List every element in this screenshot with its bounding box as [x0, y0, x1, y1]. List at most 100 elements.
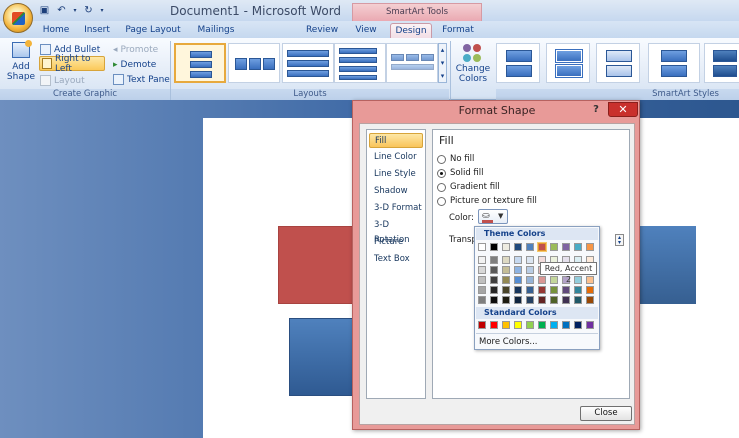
office-button[interactable]	[3, 3, 33, 33]
theme-shade-swatch[interactable]	[490, 276, 498, 284]
theme-shade-swatch[interactable]	[514, 286, 522, 294]
category-picture[interactable]: Picture	[369, 235, 423, 250]
promote-button[interactable]: ◂ Promote	[113, 42, 158, 57]
more-colors-link[interactable]: More Colors...	[479, 337, 538, 347]
theme-shade-swatch[interactable]	[550, 286, 558, 294]
smartart-style-item[interactable]	[546, 43, 590, 83]
theme-color-swatch[interactable]	[562, 243, 570, 251]
theme-shade-swatch[interactable]	[538, 286, 546, 294]
category-text-box[interactable]: Text Box	[369, 252, 423, 267]
theme-shade-swatch[interactable]	[526, 286, 534, 294]
close-button[interactable]: Close	[580, 406, 632, 421]
theme-shade-swatch[interactable]	[586, 296, 594, 304]
theme-color-swatch[interactable]	[526, 243, 534, 251]
change-colors-button[interactable]: Change Colors	[454, 42, 492, 88]
undo-dropdown-icon[interactable]: ▾	[72, 4, 78, 17]
standard-color-swatch[interactable]	[514, 321, 522, 329]
category-3d-rotation[interactable]: 3-D Rotation	[369, 218, 423, 245]
theme-shade-swatch[interactable]	[526, 296, 534, 304]
theme-shade-swatch[interactable]	[586, 286, 594, 294]
layout-gallery-item[interactable]	[228, 43, 280, 83]
standard-color-swatch[interactable]	[490, 321, 498, 329]
theme-shade-swatch[interactable]	[478, 256, 486, 264]
category-shadow[interactable]: Shadow	[369, 184, 423, 199]
theme-color-swatch[interactable]	[478, 243, 486, 251]
theme-shade-swatch[interactable]	[502, 286, 510, 294]
theme-shade-swatch[interactable]	[586, 276, 594, 284]
category-3d-format[interactable]: 3-D Format	[369, 201, 423, 216]
theme-shade-swatch[interactable]	[478, 266, 486, 274]
tab-mailings[interactable]: Mailings	[194, 23, 238, 38]
theme-shade-swatch[interactable]	[502, 256, 510, 264]
theme-shade-swatch[interactable]	[502, 296, 510, 304]
gradient-fill-option[interactable]: Gradient fill	[437, 182, 500, 192]
theme-shade-swatch[interactable]	[550, 296, 558, 304]
text-pane-button[interactable]: Text Pane	[113, 72, 170, 87]
standard-color-swatch[interactable]	[574, 321, 582, 329]
theme-shade-swatch[interactable]	[490, 256, 498, 264]
theme-shade-swatch[interactable]	[526, 256, 534, 264]
theme-shade-swatch[interactable]	[574, 276, 582, 284]
add-shape-button[interactable]: Add Shape	[6, 40, 36, 88]
undo-icon[interactable]: ↶	[55, 4, 68, 17]
theme-shade-swatch[interactable]	[478, 276, 486, 284]
smartart-shape-blue[interactable]	[289, 318, 359, 396]
theme-shade-swatch[interactable]	[574, 286, 582, 294]
category-line-color[interactable]: Line Color	[369, 150, 423, 165]
smartart-style-item[interactable]	[704, 43, 739, 83]
theme-shade-swatch[interactable]	[514, 296, 522, 304]
theme-shade-swatch[interactable]	[502, 276, 510, 284]
tab-design[interactable]: Design	[390, 23, 432, 39]
theme-color-swatch[interactable]	[550, 243, 558, 251]
help-button[interactable]: ?	[589, 102, 603, 118]
layout-gallery-scroll[interactable]: ▴ ▾ ▾	[438, 43, 447, 83]
theme-shade-swatch[interactable]	[490, 286, 498, 294]
no-fill-option[interactable]: No fill	[437, 154, 474, 164]
theme-shade-swatch[interactable]	[478, 286, 486, 294]
dialog-close-button[interactable]: ✕	[608, 102, 638, 117]
theme-color-swatch[interactable]	[574, 243, 582, 251]
theme-color-swatch[interactable]	[502, 243, 510, 251]
category-fill[interactable]: Fill	[369, 133, 423, 148]
theme-shade-swatch[interactable]	[490, 266, 498, 274]
theme-shade-swatch[interactable]	[526, 276, 534, 284]
theme-shade-swatch[interactable]	[550, 276, 558, 284]
layout-gallery-item[interactable]	[174, 43, 226, 83]
theme-shade-swatch[interactable]	[526, 266, 534, 274]
picture-fill-option[interactable]: Picture or texture fill	[437, 196, 537, 206]
standard-color-swatch[interactable]	[538, 321, 546, 329]
theme-color-swatch[interactable]	[586, 243, 594, 251]
category-line-style[interactable]: Line Style	[369, 167, 423, 182]
smartart-style-item[interactable]	[596, 43, 640, 83]
transparency-spinner[interactable]: ▴ ▾	[615, 234, 624, 246]
theme-shade-swatch[interactable]	[514, 266, 522, 274]
standard-color-swatch[interactable]	[526, 321, 534, 329]
smartart-style-item-selected[interactable]	[648, 43, 700, 83]
tab-review[interactable]: Review	[302, 23, 342, 38]
standard-color-swatch[interactable]	[502, 321, 510, 329]
layout-gallery-item[interactable]	[282, 43, 334, 83]
standard-color-swatch[interactable]	[550, 321, 558, 329]
layout-button[interactable]: Layout	[40, 73, 85, 88]
solid-fill-option[interactable]: Solid fill	[437, 168, 484, 178]
redo-icon[interactable]: ↻	[82, 4, 95, 17]
right-to-left-button[interactable]: Right to Left	[39, 54, 105, 74]
theme-shade-swatch[interactable]	[562, 286, 570, 294]
tab-page-layout[interactable]: Page Layout	[124, 23, 182, 38]
theme-shade-swatch[interactable]	[562, 296, 570, 304]
tab-view[interactable]: View	[350, 23, 382, 38]
save-icon[interactable]: ▣	[38, 4, 51, 17]
standard-color-swatch[interactable]	[586, 321, 594, 329]
theme-shade-swatch[interactable]	[514, 276, 522, 284]
theme-shade-swatch[interactable]	[514, 256, 522, 264]
customize-qat-icon[interactable]: ▾	[99, 4, 105, 17]
demote-button[interactable]: ▸ Demote	[113, 57, 156, 72]
theme-shade-swatch[interactable]	[574, 296, 582, 304]
theme-shade-swatch[interactable]	[502, 266, 510, 274]
tab-format[interactable]: Format	[438, 23, 478, 38]
theme-color-swatch[interactable]	[538, 243, 546, 251]
theme-shade-swatch[interactable]	[478, 296, 486, 304]
theme-color-swatch[interactable]	[514, 243, 522, 251]
tab-home[interactable]: Home	[38, 23, 74, 38]
layout-gallery-item[interactable]	[386, 43, 438, 83]
